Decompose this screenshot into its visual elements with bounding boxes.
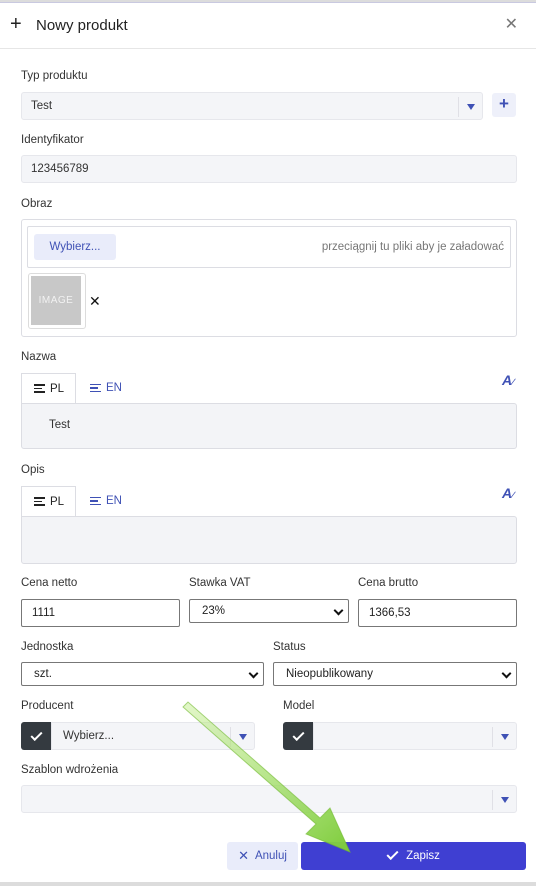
caret-down-icon [501,734,509,740]
name-value: Test [49,419,71,431]
net-price-input[interactable]: 1111 [21,599,180,627]
plus-icon: + [10,13,22,35]
select-divider [492,790,493,810]
gross-price-input[interactable]: 1366,53 [358,599,517,627]
chevron-down-icon [501,668,512,679]
caret-down-icon [501,797,509,803]
chevron-down-icon [248,668,259,679]
gross-price-label: Cena brutto [358,577,419,589]
cancel-button[interactable]: ✕ Anuluj [227,842,298,870]
net-price-label: Cena netto [21,577,78,589]
tab-description-en[interactable]: EN [78,486,133,516]
tab-name-pl[interactable]: PL [21,373,76,403]
producer-select[interactable]: Wybierz... [51,722,255,750]
product-type-value: Test [31,100,53,112]
close-icon: ✕ [238,848,249,863]
remove-image-icon[interactable]: ✕ [89,293,101,310]
gross-price-value: 1366,53 [369,607,411,619]
cancel-label: Anuluj [254,850,287,862]
chevron-down-icon [333,605,344,616]
template-select[interactable] [21,785,517,813]
unit-value: szt. [34,668,52,680]
check-icon [29,728,43,741]
check-icon [291,728,305,741]
status-value: Nieopublikowany [286,668,373,680]
tab-label: PL [50,495,65,508]
plus-icon: + [499,94,509,113]
select-divider [458,97,459,117]
status-select[interactable]: Nieopublikowany [273,662,517,686]
tab-name-en[interactable]: EN [78,373,133,403]
translate-icon[interactable]: A∕ [502,485,514,501]
close-icon[interactable]: ✕ [505,16,518,34]
product-type-select[interactable]: Test [21,92,483,120]
description-field[interactable] [21,516,517,564]
drop-hint: przeciągnij tu pliki aby je załadować [321,241,504,253]
tab-label: EN [106,495,122,507]
modal-header: + Nowy produkt ✕ [0,3,536,49]
modal-title: Nowy produkt [36,17,128,34]
vat-value: 23% [202,605,226,617]
check-icon [386,847,399,861]
unit-label: Jednostka [21,641,74,653]
text-lines-icon [34,497,45,506]
image-thumbnail: IMAGE [31,276,81,325]
add-product-type-button[interactable]: + [492,93,516,117]
text-lines-icon [90,383,101,393]
identifier-input[interactable]: 123456789 [21,155,517,183]
select-divider [230,727,231,747]
model-check[interactable] [283,722,313,750]
status-label: Status [273,641,306,653]
producer-label: Producent [21,700,74,712]
producer-value: Wybierz... [63,730,115,742]
save-label: Zapisz [406,850,440,862]
text-lines-icon [34,384,45,393]
model-select[interactable] [313,722,517,750]
producer-check[interactable] [21,722,51,750]
choose-file-button[interactable]: Wybierz... [34,234,116,260]
image-label: Obraz [21,198,53,210]
name-label: Nazwa [21,351,57,363]
unit-select[interactable]: szt. [21,662,264,686]
translate-icon[interactable]: A∕ [502,372,514,388]
product-type-label: Typ produktu [21,70,88,82]
identifier-label: Identyfikator [21,134,84,146]
vat-label: Stawka VAT [189,577,251,589]
tab-description-pl[interactable]: PL [21,486,76,516]
model-label: Model [283,700,315,712]
name-field[interactable]: Test [21,403,517,449]
tab-label: PL [50,382,65,395]
select-divider [492,727,493,747]
template-label: Szablon wdrożenia [21,764,119,776]
text-lines-icon [90,496,101,506]
caret-down-icon [239,734,247,740]
description-label: Opis [21,464,45,476]
net-price-value: 1111 [32,607,56,619]
save-button[interactable]: Zapisz [301,842,526,870]
identifier-value: 123456789 [31,163,89,175]
tab-label: EN [106,382,122,394]
caret-down-icon [467,104,475,110]
vat-select[interactable]: 23% [189,599,349,623]
